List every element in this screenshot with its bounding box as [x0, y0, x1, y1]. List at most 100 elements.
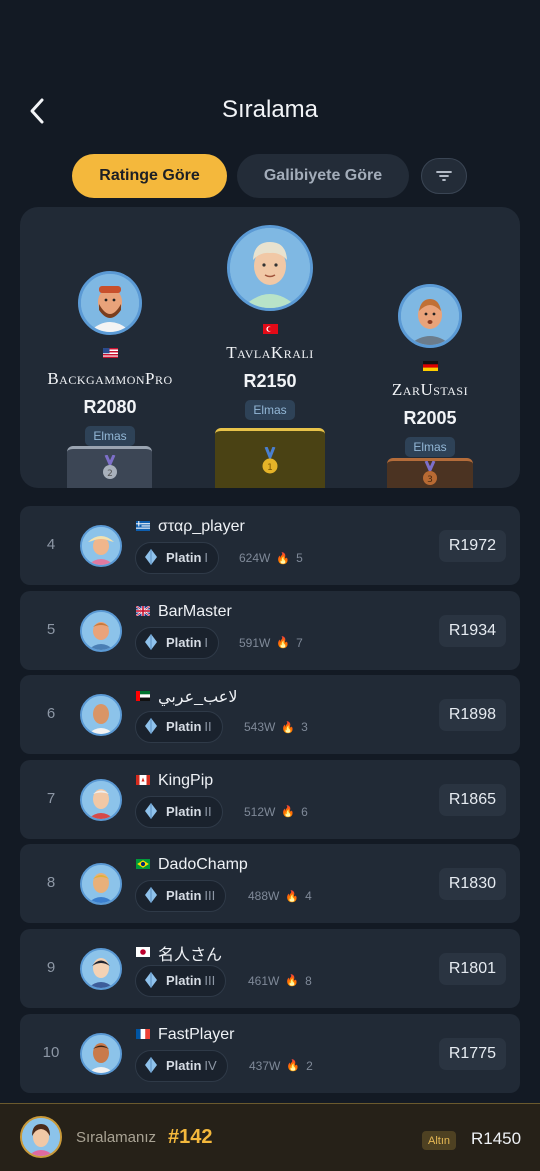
player-stats: 624W 🔥 5	[239, 551, 303, 565]
player-rating: R1830	[438, 868, 506, 901]
player-rating: R1801	[438, 952, 506, 985]
medal-silver-icon: 2	[102, 455, 117, 479]
tier-badge: Elmas	[245, 400, 295, 420]
player-name-line: لاعب_عربي	[136, 687, 237, 707]
rank-number: 6	[46, 705, 56, 723]
header: Sıralama	[0, 84, 540, 138]
tier-pill: Platin II	[135, 795, 223, 828]
diamond-icon	[145, 971, 157, 988]
player-name-line: KingPip	[136, 772, 213, 790]
my-rank-label: Sıralamanız	[76, 1129, 157, 1146]
ranking-list: 4 σταρ_player Platin I 624W 🔥 5 R1972 5 B…	[20, 506, 520, 1098]
tier-division: II	[204, 803, 212, 819]
player-rating: R2150	[243, 371, 297, 391]
wins-count: 512W	[244, 804, 276, 819]
player-name: DadoChamp	[158, 856, 248, 874]
table-row[interactable]: 6 لاعب_عربي Platin II 543W 🔥 3 R1898	[20, 675, 520, 755]
flag-gb	[135, 603, 151, 621]
avatar	[80, 609, 122, 652]
fire-icon: 🔥	[276, 552, 291, 565]
player-rating: R1865	[438, 783, 506, 816]
avatar	[80, 1032, 122, 1075]
rank-number: 4	[46, 536, 56, 553]
player-name-line: BarMaster	[135, 602, 232, 621]
rank-number: 7	[46, 789, 56, 807]
player-stats: 591W 🔥 7	[239, 636, 303, 650]
flag-ca	[136, 772, 150, 790]
player-rating: R1898	[438, 699, 506, 732]
player-name: BarMaster	[158, 602, 232, 620]
my-rank-number: #142	[168, 1126, 213, 1148]
fire-icon: 🔥	[281, 721, 296, 734]
player-rating: R2005	[403, 408, 457, 428]
player-rating: R2080	[83, 397, 137, 417]
tier-pill: Platin III	[135, 964, 227, 997]
player-rating: R1934	[438, 614, 506, 647]
avatar	[398, 284, 462, 348]
tier-division: I	[204, 634, 209, 650]
player-name-line: FastPlayer	[136, 1026, 234, 1044]
tier-name: Platin	[166, 719, 202, 735]
tier-division: III	[204, 888, 216, 904]
diamond-icon	[145, 887, 157, 904]
flag-ae	[136, 688, 150, 706]
table-row[interactable]: 8 DadoChamp Platin III 488W 🔥 4 R1830	[20, 844, 520, 924]
tier-division: III	[204, 972, 216, 988]
player-name: FastPlayer	[158, 1025, 235, 1043]
podium: BackgammonPro R2080 Elmas TavlaKrali R21…	[20, 207, 520, 488]
flag-de	[340, 358, 520, 376]
fire-icon: 🔥	[281, 806, 296, 819]
tier-name: Platin	[166, 634, 202, 650]
avatar	[227, 225, 313, 311]
table-row[interactable]: 4 σταρ_player Platin I 624W 🔥 5 R1972	[20, 506, 520, 585]
podium-third[interactable]: ZarUstasi R2005 Elmas	[340, 284, 520, 457]
avatar	[78, 271, 142, 335]
medal-gold-icon: 1	[262, 447, 278, 474]
tier-pill: Platin I	[135, 626, 220, 659]
podium-first[interactable]: TavlaKrali R2150 Elmas	[180, 225, 360, 420]
flag-br	[136, 856, 150, 874]
rank-number: 8	[46, 874, 56, 892]
flag-us	[20, 345, 200, 363]
streak-count: 7	[296, 635, 303, 650]
fire-icon: 🔥	[285, 975, 300, 988]
tier-pill: Platin I	[135, 542, 220, 574]
podium-second[interactable]: BackgammonPro R2080 Elmas	[20, 271, 200, 446]
tab-wins[interactable]: Galibiyete Göre	[237, 154, 409, 198]
table-row[interactable]: 10 FastPlayer Platin IV 437W 🔥 2 R1775	[20, 1013, 520, 1093]
table-row[interactable]: 7 KingPip Platin II 512W 🔥 6 R1865	[20, 759, 520, 839]
my-rank-bar[interactable]: Sıralamanız #142 Altın R1450	[0, 1103, 540, 1171]
tier-division: IV	[204, 1057, 217, 1073]
avatar	[80, 778, 122, 821]
tier-name: Platin	[166, 888, 202, 904]
wins-count: 488W	[248, 889, 280, 904]
player-name: KingPip	[158, 771, 214, 789]
medal-bronze-icon: 3	[423, 461, 437, 485]
streak-count: 3	[301, 720, 308, 735]
player-name: TavlaKrali	[226, 343, 314, 362]
player-name-line: 名人さん	[136, 941, 222, 965]
player-stats: 437W 🔥 2	[249, 1059, 313, 1073]
player-name-line: DadoChamp	[136, 856, 248, 874]
flag-gr	[136, 518, 150, 536]
player-name: لاعب_عربي	[158, 689, 238, 707]
sort-tabs: Ratinge Göre Galibiyete Göre	[72, 154, 467, 198]
pedestal-first: 1	[215, 428, 325, 488]
table-row[interactable]: 9 名人さん Platin III 461W 🔥 8 R1801	[20, 928, 520, 1008]
rank-number: 5	[46, 620, 56, 638]
flag-tr	[180, 321, 360, 339]
tier-badge: Elmas	[85, 426, 135, 446]
table-row[interactable]: 5 BarMaster Platin I 591W 🔥 7 R1934	[20, 590, 520, 670]
player-stats: 461W 🔥 8	[248, 974, 312, 988]
wins-count: 543W	[244, 720, 276, 735]
streak-count: 2	[306, 1058, 313, 1073]
streak-count: 4	[305, 889, 312, 904]
tier-division: II	[204, 719, 212, 735]
filter-icon	[436, 171, 452, 181]
tab-rating[interactable]: Ratinge Göre	[72, 154, 227, 198]
filter-button[interactable]	[421, 158, 467, 194]
wins-count: 437W	[249, 1058, 281, 1073]
wins-count: 624W	[239, 551, 271, 565]
my-tier-badge: Altın	[422, 1131, 457, 1150]
tier-name: Platin	[166, 1057, 202, 1073]
